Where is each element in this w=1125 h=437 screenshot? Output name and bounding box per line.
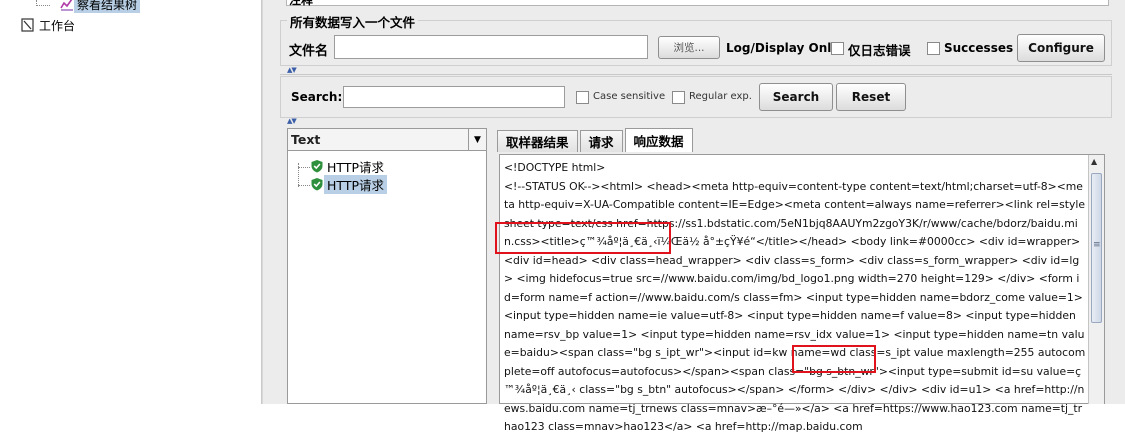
configure-button[interactable]: Configure [1017,34,1105,62]
splitter-arrows-icon[interactable]: ▲▼ [287,66,297,74]
grip-icon: ≡ [1093,240,1101,250]
comment-label: 注释 [289,0,314,7]
response-scrollbar[interactable]: ▲ ≡ [1088,155,1104,404]
tree-connector [298,185,310,186]
response-data-area[interactable]: <!DOCTYPE html> <!--STATUS OK--><html> <… [495,154,1105,433]
sample-results-panel: Text ▼ HTTP请求 HTTP请求 [287,128,487,404]
sample-label: HTTP请求 [327,159,384,175]
browse-button[interactable]: 浏览... [658,36,720,59]
group-legend: 所有数据写入一个文件 [287,12,419,31]
tree-item-label: 察看结果树 [74,0,141,13]
success-shield-icon [311,160,323,173]
response-line: <!--STATUS OK--><html> <head><meta http-… [504,179,1086,434]
reset-button[interactable]: Reset [836,83,906,111]
filename-label: 文件名 [289,44,329,59]
successes-label: Successes [944,41,1014,55]
tree-connector [298,167,310,168]
tree-item-label: 工作台 [39,18,76,33]
scroll-up-icon[interactable]: ▲ [1091,157,1097,166]
errors-only-checkbox[interactable] [831,42,844,55]
tab-response-data[interactable]: 响应数据 [624,128,693,152]
case-sensitive-label: Case sensitive [593,91,666,102]
tree-item-workbench[interactable]: 工作台 [20,16,78,34]
combo-value: Text [291,132,321,147]
search-button[interactable]: Search [759,83,833,111]
sample-item[interactable]: HTTP请求 [310,157,387,175]
log-display-only-label: Log/Display Only: [726,41,844,55]
sample-label: HTTP请求 [324,174,387,194]
regular-exp-label: Regular exp. [689,91,752,102]
highlight-box [495,222,671,254]
errors-only-label: 仅日志错误 [848,43,911,58]
chart-icon [60,0,73,11]
comment-field[interactable]: 注释 [286,0,1109,7]
splitter-bar[interactable] [262,0,276,404]
render-type-combo[interactable]: Text ▼ [288,129,486,151]
splitter-arrows-icon[interactable]: ▲▼ [287,117,297,125]
tab-sampler-result[interactable]: 取样器结果 [497,130,578,152]
response-text[interactable]: <!DOCTYPE html> <!--STATUS OK--><html> <… [504,159,1086,437]
tree-connector [36,0,50,6]
response-line: <!DOCTYPE html> [504,161,606,174]
workbench-icon [21,18,34,32]
regular-exp-checkbox[interactable] [672,91,685,104]
case-sensitive-checkbox[interactable] [576,91,589,104]
tab-request[interactable]: 请求 [579,130,623,152]
search-label: Search: [291,90,343,104]
test-plan-tree: 察看结果树 工作台 [0,0,262,404]
successes-checkbox[interactable] [927,42,940,55]
divider [280,74,1112,75]
chevron-down-icon[interactable]: ▼ [468,129,486,150]
tree-item-view-results-tree[interactable]: 察看结果树 [60,0,141,13]
search-input[interactable] [343,86,565,108]
sample-item[interactable]: HTTP请求 [310,174,387,194]
highlight-box [792,345,876,373]
result-tabs: 取样器结果 请求 响应数据 [497,128,1112,152]
filename-input[interactable] [334,35,648,59]
success-shield-icon [311,178,323,191]
